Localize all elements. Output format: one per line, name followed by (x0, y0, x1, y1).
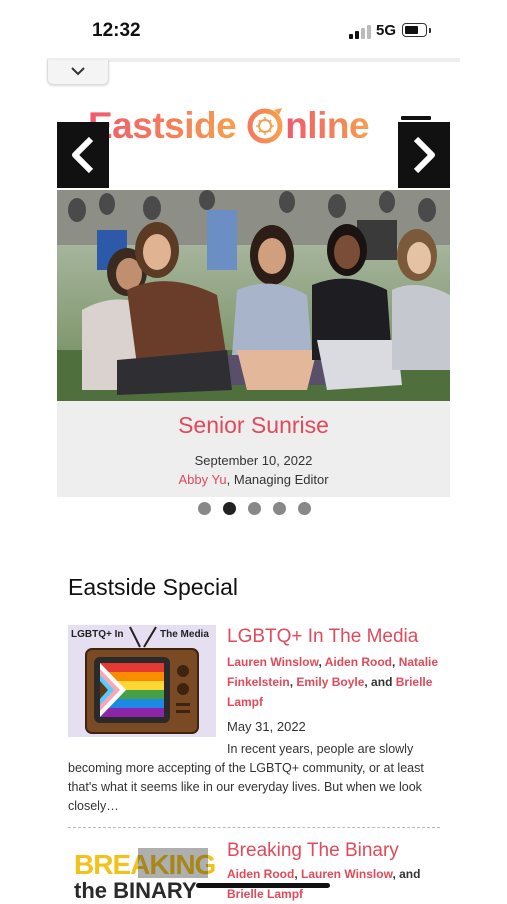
status-bar: 12:32 5G (0, 0, 507, 58)
battery-icon (402, 23, 427, 37)
collapse-tab-button[interactable] (47, 60, 109, 85)
featured-carousel (57, 190, 450, 497)
article-thumbnail[interactable]: BREAKING the BINARY (68, 844, 218, 900)
carousel-dot[interactable] (198, 502, 211, 515)
signal-icon (349, 25, 371, 39)
author-link[interactable]: Lauren Winslow (301, 867, 392, 881)
author-link[interactable]: Aiden Rood (325, 655, 392, 669)
thumb-text-bottom: the BINARY (74, 878, 197, 900)
slide-author-role: , Managing Editor (226, 472, 329, 487)
carousel-prev-button[interactable] (57, 122, 109, 188)
carousel-dot[interactable] (223, 502, 236, 515)
thumb-text-right: The Media (160, 629, 209, 640)
slide-date: September 10, 2022 (194, 453, 313, 468)
chevron-left-icon (72, 136, 94, 174)
logo-o-emblem-icon (246, 106, 284, 144)
carousel-dots (198, 502, 311, 515)
article-divider (68, 827, 440, 828)
author-link[interactable]: Emily Boyle (296, 675, 364, 689)
slide-author-link[interactable]: Abby Yu (178, 472, 226, 487)
author-link[interactable]: Aiden Rood (227, 867, 294, 881)
section-title: Eastside Special (68, 574, 239, 600)
thumb-text-left: LGBTQ+ In (71, 629, 124, 640)
article-date: May 31, 2022 (227, 719, 306, 734)
home-indicator[interactable] (196, 883, 330, 888)
carousel-dot[interactable] (248, 502, 261, 515)
network-label: 5G (376, 22, 397, 39)
slide-title[interactable]: Senior Sunrise (57, 412, 450, 439)
status-time: 12:32 (92, 20, 141, 41)
slide-byline: Abby Yu, Managing Editor (57, 472, 450, 487)
battery-nub (429, 28, 431, 33)
article-thumbnail[interactable]: LGBTQ+ In The Media (68, 625, 216, 737)
carousel-dot[interactable] (273, 502, 286, 515)
site-logo[interactable]: Eastside nline (88, 102, 370, 150)
carousel-dot[interactable] (298, 502, 311, 515)
article-title[interactable]: Breaking The Binary (227, 840, 399, 862)
chevron-right-icon (413, 136, 435, 174)
article-authors: Lauren Winslow, Aiden Rood, Natalie Fink… (227, 655, 439, 709)
author-link[interactable]: Brielle Lampf (227, 887, 303, 901)
article-excerpt: In recent years, people are slowly becom… (68, 742, 424, 813)
logo-text-eastside: Eastside (88, 105, 237, 146)
author-link[interactable]: Lauren Winslow (227, 655, 318, 669)
carousel-slide-photo[interactable] (57, 190, 450, 401)
carousel-next-button[interactable] (398, 122, 450, 188)
article-title[interactable]: LGBTQ+ In The Media (227, 626, 418, 648)
chevron-down-icon (71, 67, 85, 76)
logo-text-online: nline (285, 105, 370, 146)
